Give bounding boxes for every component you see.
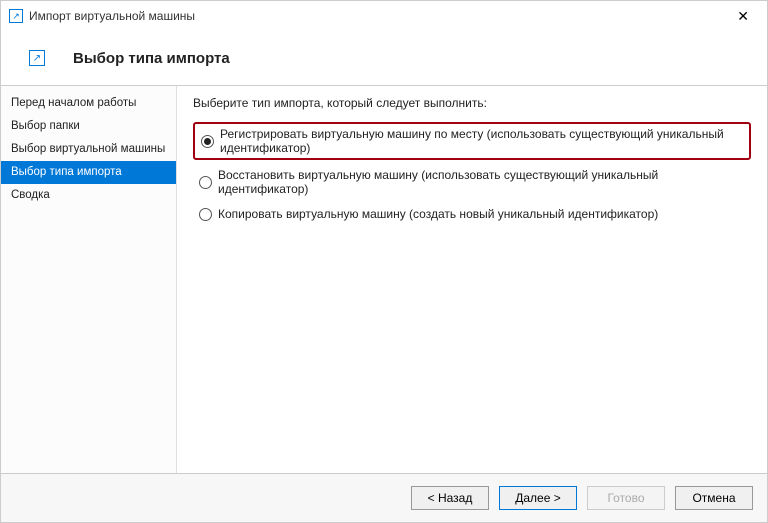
window-title: Импорт виртуальной машины (29, 9, 727, 23)
wizard-step[interactable]: Перед началом работы (1, 92, 176, 115)
close-icon[interactable]: ✕ (727, 8, 759, 25)
wizard-step[interactable]: Сводка (1, 184, 176, 207)
import-type-radiogroup: Регистрировать виртуальную машину по мес… (193, 122, 751, 224)
wizard-step[interactable]: Выбор виртуальной машины (1, 138, 176, 161)
wizard-step[interactable]: Выбор папки (1, 115, 176, 138)
import-option[interactable]: Восстановить виртуальную машину (использ… (193, 165, 751, 199)
next-button[interactable]: Далее > (499, 486, 577, 510)
titlebar: ↗ Импорт виртуальной машины ✕ (1, 1, 767, 31)
radio-icon[interactable] (201, 135, 214, 148)
instruction-text: Выберите тип импорта, который следует вы… (193, 96, 751, 110)
import-option[interactable]: Копировать виртуальную машину (создать н… (193, 204, 751, 224)
page-title: Выбор типа импорта (73, 50, 230, 67)
back-button[interactable]: < Назад (411, 486, 489, 510)
import-option-label: Регистрировать виртуальную машину по мес… (220, 127, 743, 155)
cancel-button[interactable]: Отмена (675, 486, 753, 510)
import-option-label: Восстановить виртуальную машину (использ… (218, 168, 745, 196)
app-icon: ↗ (9, 9, 23, 23)
wizard-content: Выберите тип импорта, который следует вы… (177, 86, 767, 473)
finish-button: Готово (587, 486, 665, 510)
import-option-label: Копировать виртуальную машину (создать н… (218, 207, 658, 221)
wizard-footer: < Назад Далее > Готово Отмена (1, 474, 767, 522)
radio-icon[interactable] (199, 176, 212, 189)
wizard-icon: ↗ (29, 50, 45, 66)
import-option[interactable]: Регистрировать виртуальную машину по мес… (193, 122, 751, 160)
wizard-step[interactable]: Выбор типа импорта (1, 161, 176, 184)
wizard-header: ↗ Выбор типа импорта (1, 31, 767, 86)
wizard-steps-sidebar: Перед началом работыВыбор папкиВыбор вир… (1, 86, 177, 473)
radio-icon[interactable] (199, 208, 212, 221)
